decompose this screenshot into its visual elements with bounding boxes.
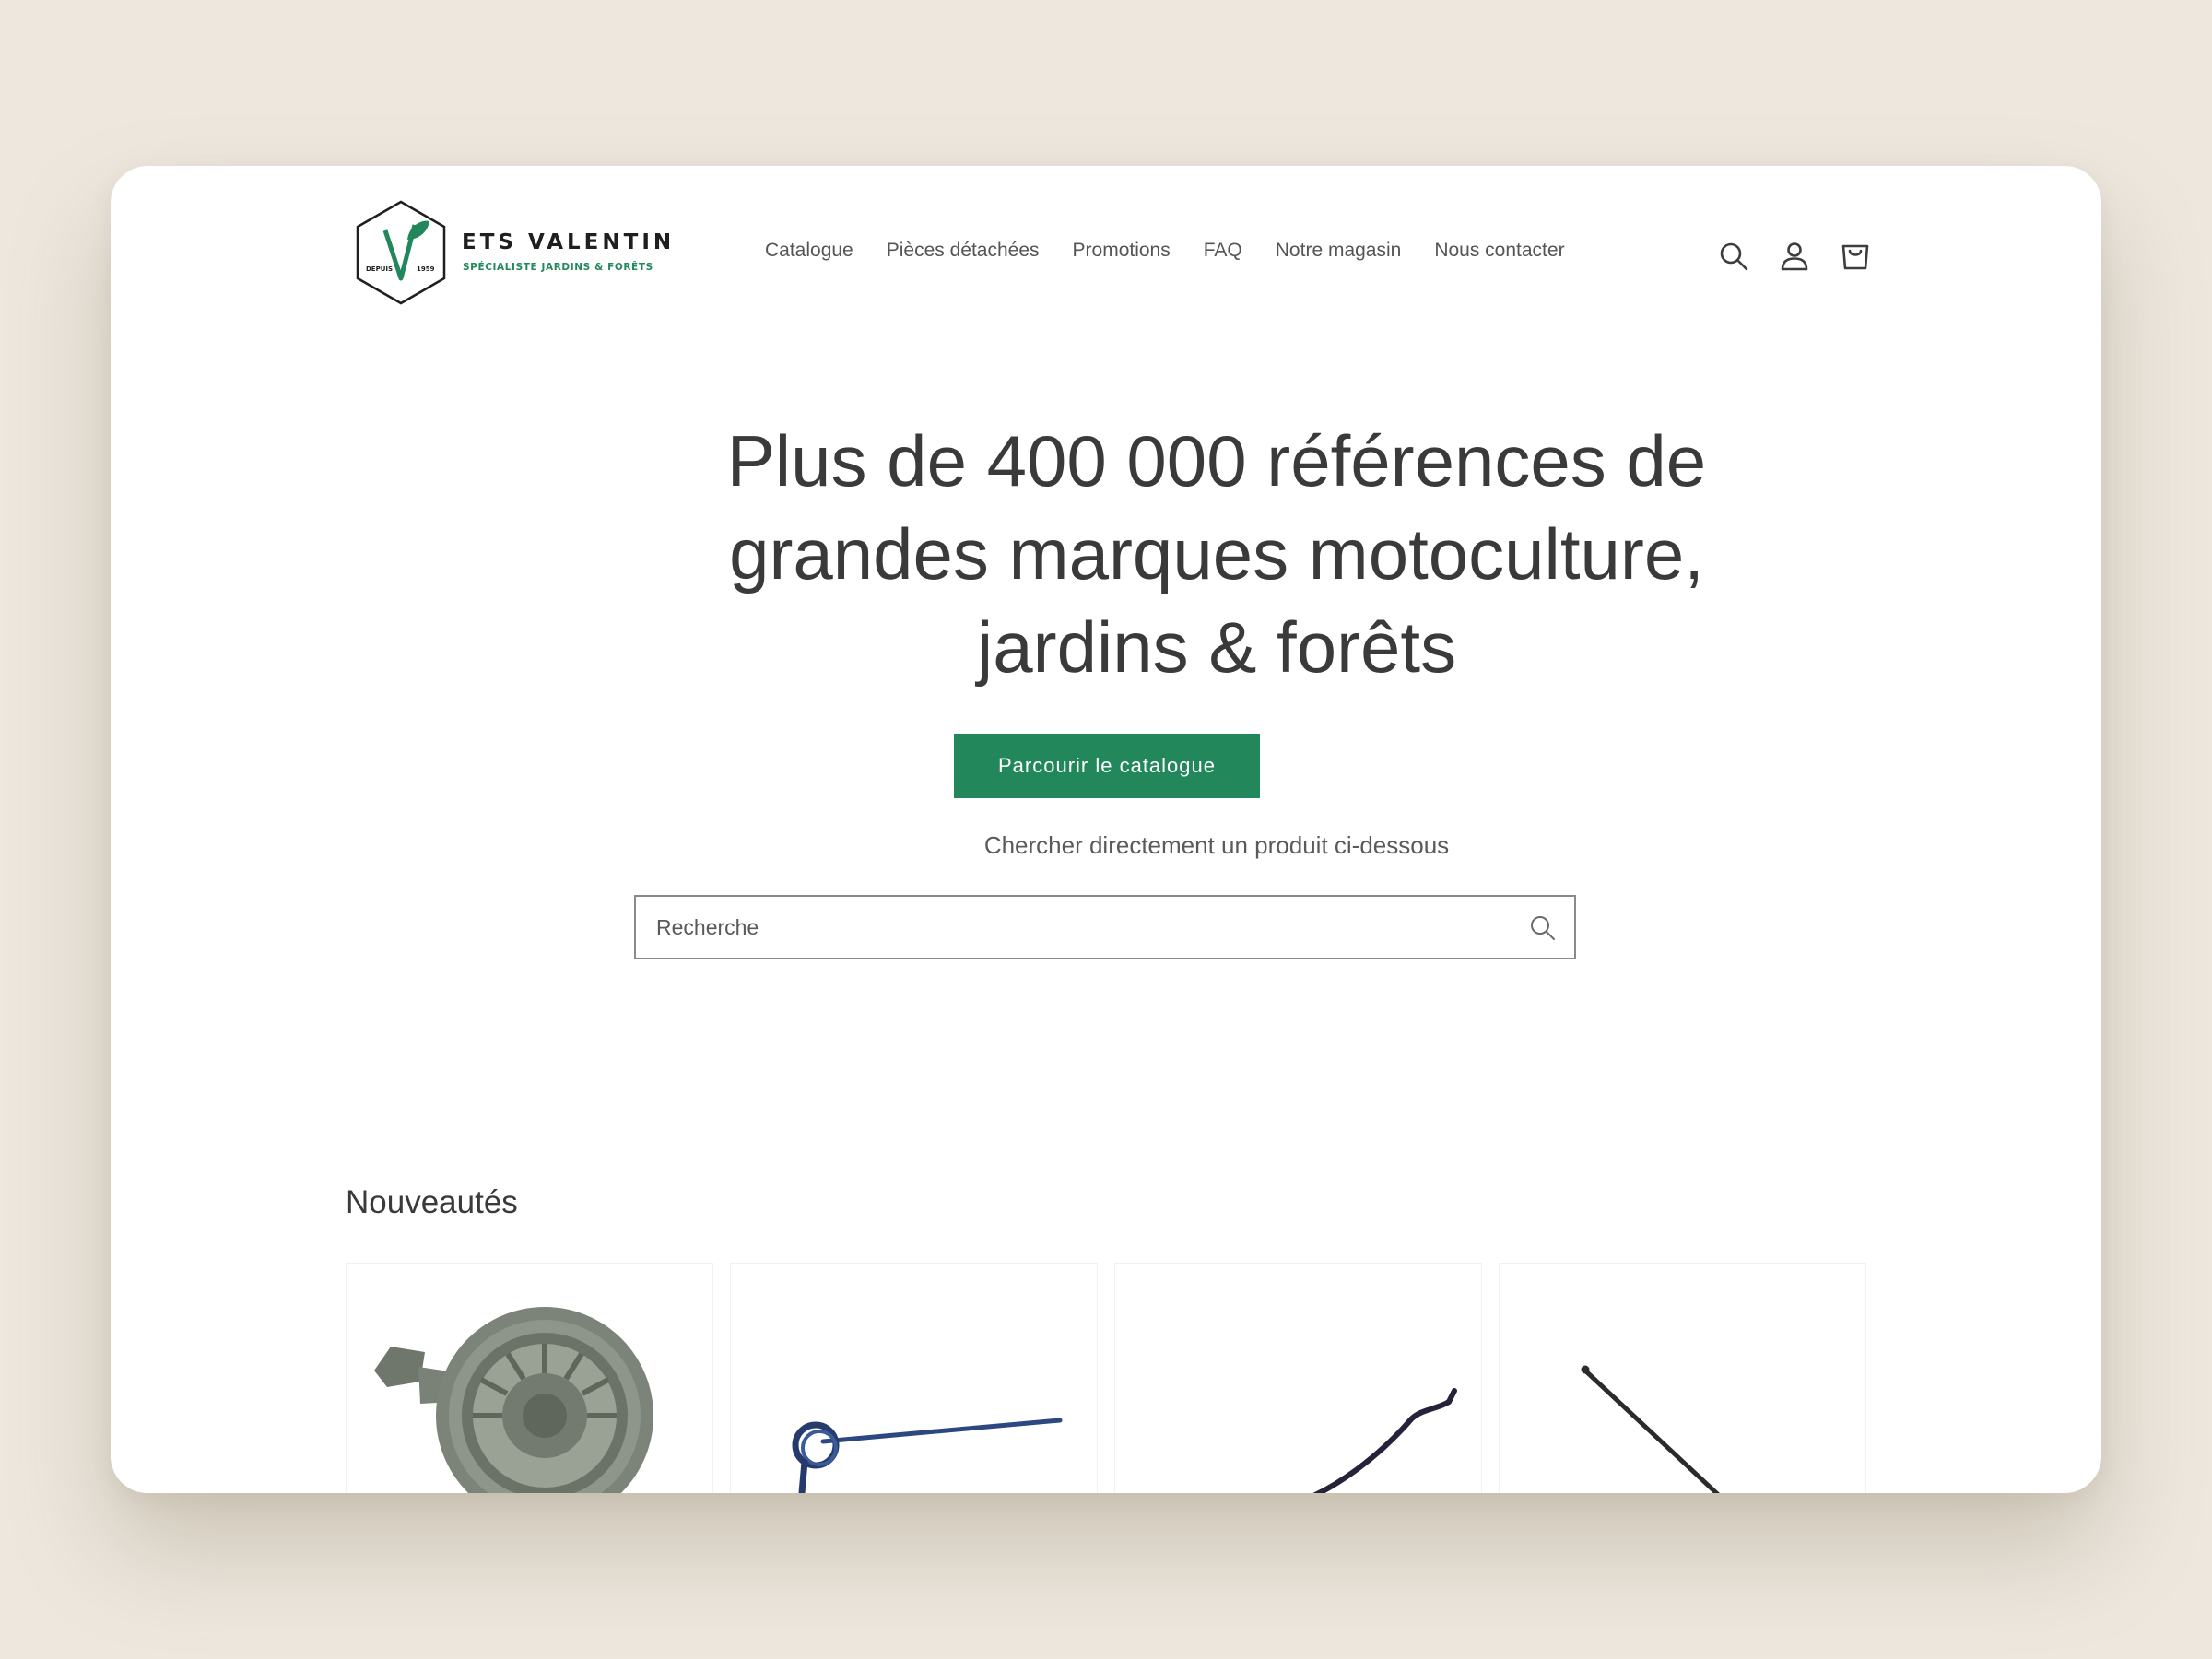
nav-item-store[interactable]: Notre magasin bbox=[1276, 240, 1402, 273]
search-box bbox=[634, 895, 1576, 959]
nav-item-contact[interactable]: Nous contacter bbox=[1434, 240, 1564, 273]
main-nav: Catalogue Pièces détachées Promotions FA… bbox=[765, 240, 1598, 273]
product-grid bbox=[346, 1263, 1866, 1493]
brand-name: ETS VALENTIN bbox=[462, 230, 676, 254]
search-hint: Chercher directement un produit ci-desso… bbox=[983, 831, 1450, 859]
site-header: DEPUIS 1959 ETS VALENTIN SPÉCIALISTE JAR… bbox=[111, 166, 2101, 341]
browser-window: DEPUIS 1959 ETS VALENTIN SPÉCIALISTE JAR… bbox=[111, 166, 2101, 1493]
search-button[interactable] bbox=[1712, 234, 1756, 278]
account-icon bbox=[1781, 242, 1808, 271]
recoil-starter-image bbox=[374, 1307, 653, 1493]
browse-catalogue-button[interactable]: Parcourir le catalogue bbox=[954, 734, 1260, 798]
brand-tagline: SPÉCIALISTE JARDINS & FORÊTS bbox=[463, 262, 653, 273]
bent-rod-image bbox=[1312, 1388, 1457, 1493]
search-input[interactable] bbox=[656, 897, 1486, 958]
nav-item-catalogue[interactable]: Catalogue bbox=[765, 240, 853, 273]
product-card[interactable] bbox=[1114, 1263, 1482, 1493]
product-card[interactable] bbox=[1499, 1263, 1866, 1493]
logo-badge-right: 1959 bbox=[417, 265, 435, 273]
new-arrivals-title: Nouveautés bbox=[346, 1184, 518, 1220]
straight-rod-image bbox=[1581, 1365, 1721, 1493]
logo-hexagon-icon: DEPUIS 1959 bbox=[356, 200, 446, 305]
nav-item-promotions[interactable]: Promotions bbox=[1073, 240, 1171, 273]
nav-item-spare-parts[interactable]: Pièces détachées bbox=[887, 240, 1040, 273]
cart-icon bbox=[1841, 244, 1869, 270]
hero-title: Plus de 400 000 références de grandes ma… bbox=[726, 420, 1707, 688]
product-card[interactable] bbox=[730, 1263, 1098, 1493]
account-button[interactable] bbox=[1772, 234, 1817, 278]
nav-item-faq[interactable]: FAQ bbox=[1204, 240, 1242, 273]
search-submit-icon[interactable] bbox=[1528, 913, 1558, 943]
search-icon bbox=[1720, 242, 1748, 271]
cart-button[interactable] bbox=[1833, 234, 1877, 278]
logo-badge-left: DEPUIS bbox=[366, 265, 393, 273]
brand-logo[interactable]: DEPUIS 1959 ETS VALENTIN SPÉCIALISTE JAR… bbox=[350, 199, 671, 308]
header-actions bbox=[1712, 234, 1894, 278]
product-card[interactable] bbox=[346, 1263, 713, 1493]
torsion-spring-image bbox=[792, 1418, 1063, 1493]
